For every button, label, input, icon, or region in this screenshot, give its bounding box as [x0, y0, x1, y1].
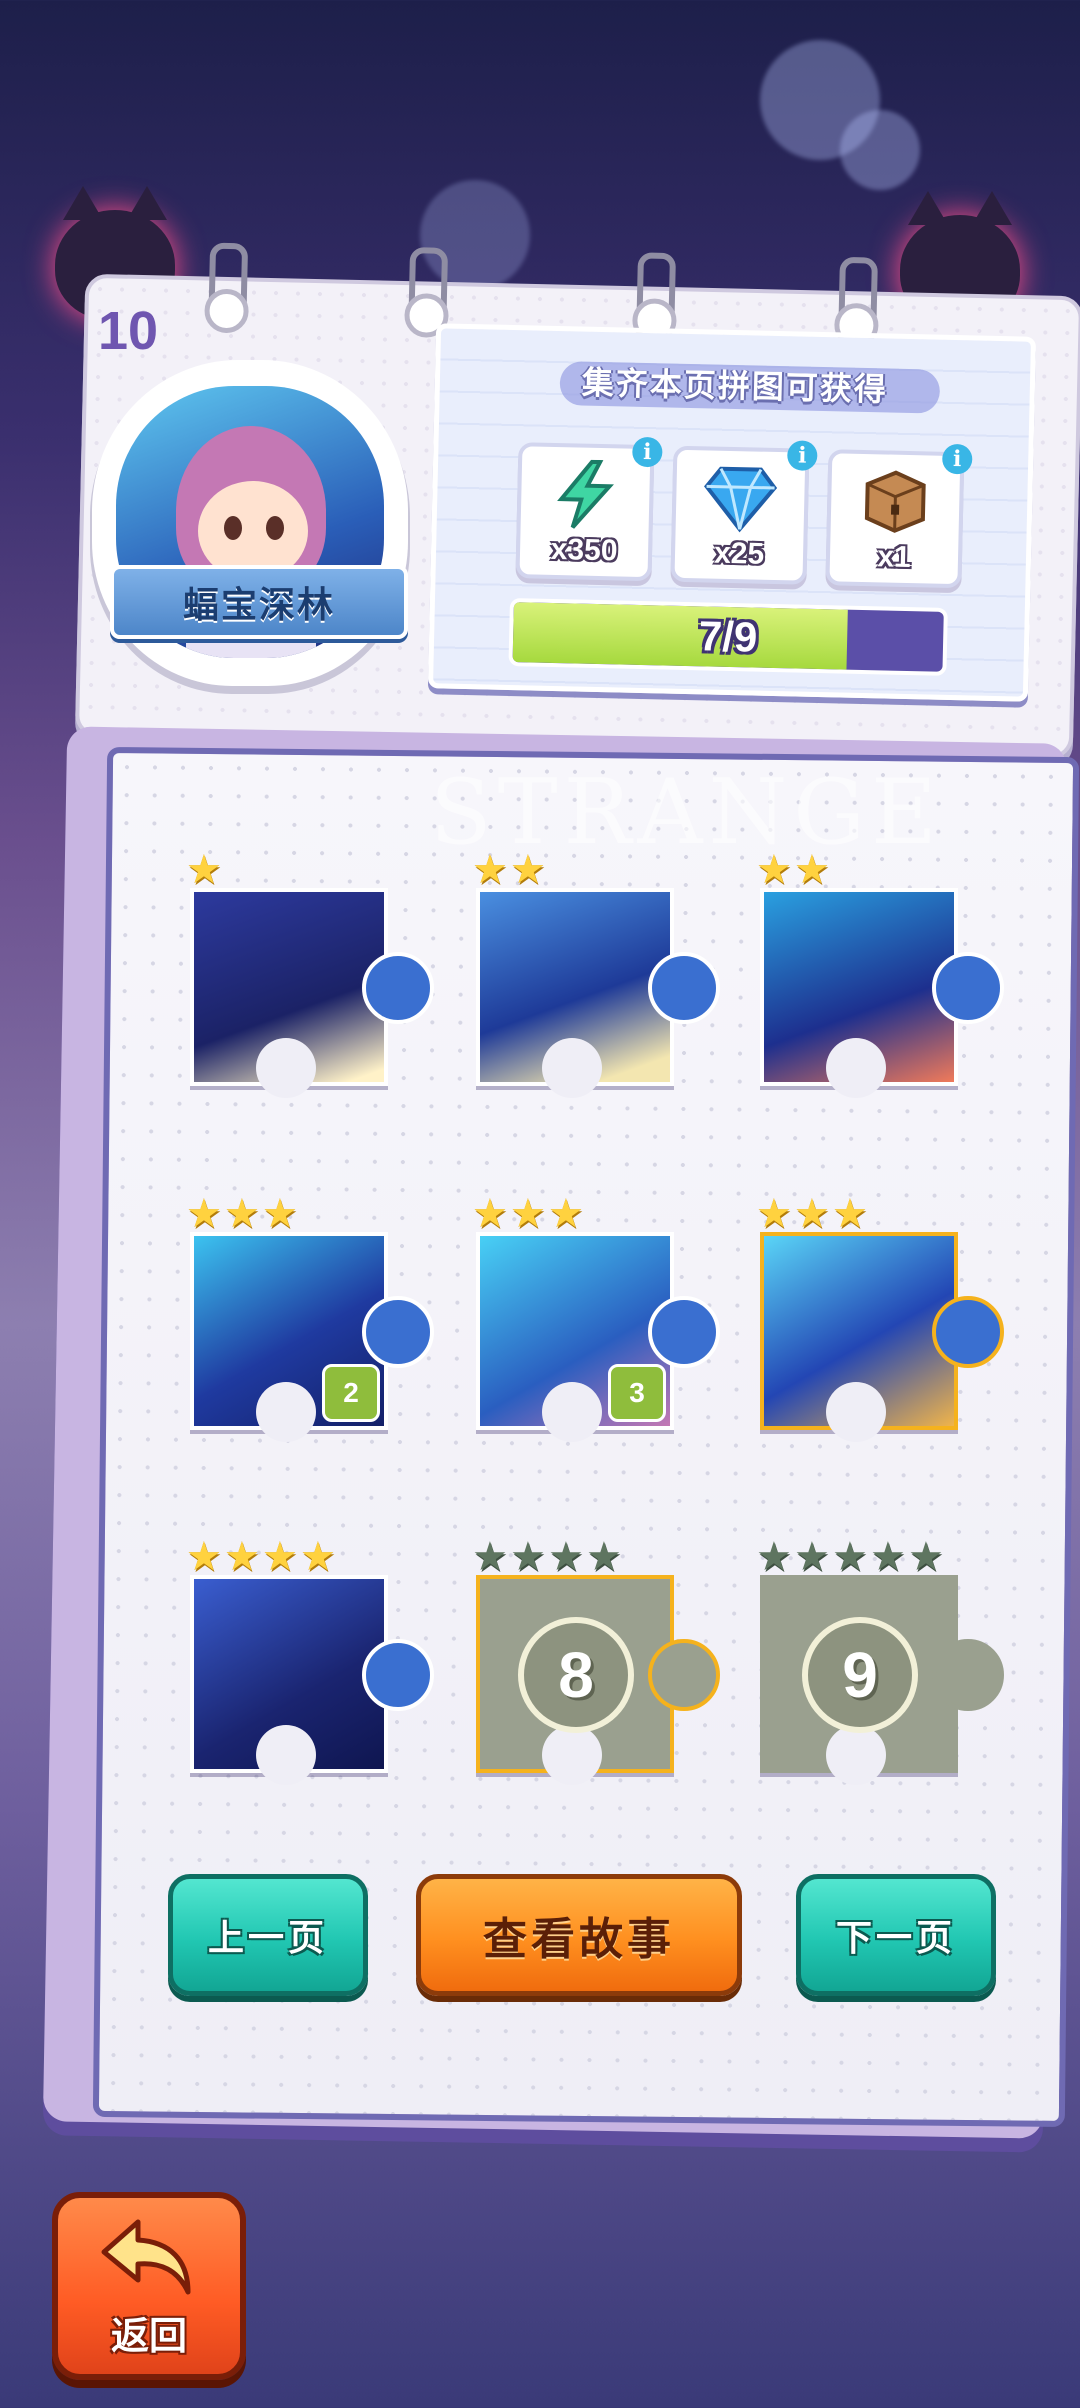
star-filled-icon: ★ [186, 1191, 222, 1237]
reward-diamond[interactable]: i x25 [670, 440, 818, 585]
puzzle-socket [542, 1382, 602, 1442]
star-filled-icon: ★ [472, 847, 508, 893]
star-empty-icon: ★ [586, 1534, 622, 1580]
binder-ring [838, 256, 878, 334]
view-story-button[interactable]: 查看故事 [416, 1874, 742, 1996]
star-filled-icon: ★ [224, 1534, 260, 1580]
star-filled-icon: ★ [510, 847, 546, 893]
puzzle-socket [542, 1725, 602, 1785]
piece-star-rating: ★ ★ ★ [186, 1191, 298, 1237]
progress-text: 7/9 [698, 612, 758, 661]
diamond-icon [704, 466, 778, 533]
piece-star-rating: ★ ★ [756, 847, 830, 893]
puzzle-socket [256, 1038, 316, 1098]
lightning-icon [557, 459, 614, 529]
piece-star-rating: ★ ★ ★ ★ [472, 1534, 622, 1580]
binder-ring [208, 242, 249, 320]
puzzle-piece-9[interactable]: ★ ★ ★ ★ ★ 9 [756, 1537, 1004, 1785]
background-glow [840, 110, 920, 190]
puzzle-piece-3[interactable]: ★ ★ [756, 850, 1004, 1098]
reward-lightning[interactable]: i x350 [515, 436, 663, 582]
puzzle-piece-4[interactable]: ★ ★ ★ 2 [186, 1194, 434, 1442]
reward-quantity: x1 [876, 540, 912, 575]
star-empty-icon: ★ [794, 1534, 830, 1580]
star-filled-icon: ★ [186, 847, 222, 893]
chest-icon [864, 470, 926, 533]
puzzle-piece-2[interactable]: ★ ★ [472, 850, 720, 1098]
puzzle-piece-7[interactable]: ★ ★ ★ ★ [186, 1537, 434, 1785]
piece-star-rating: ★ ★ [472, 847, 546, 893]
star-filled-icon: ★ [262, 1191, 298, 1237]
star-empty-icon: ★ [548, 1534, 584, 1580]
puzzle-piece-8[interactable]: ★ ★ ★ ★ 8 [472, 1537, 720, 1785]
prev-page-button[interactable]: 上一页 [168, 1874, 368, 1996]
puzzle-knob [362, 1639, 434, 1711]
info-icon[interactable]: i [632, 436, 663, 468]
piece-count-badge: 3 [608, 1364, 666, 1422]
puzzle-socket [542, 1038, 602, 1098]
piece-star-rating: ★ ★ ★ ★ ★ [756, 1534, 944, 1580]
puzzle-knob [648, 1296, 720, 1368]
piece-star-rating: ★ ★ ★ [756, 1191, 868, 1237]
reward-quantity: x25 [713, 536, 765, 571]
info-icon[interactable]: i [941, 443, 973, 475]
star-filled-icon: ★ [794, 1191, 830, 1237]
piece-star-rating: ★ [186, 847, 222, 893]
puzzle-knob [648, 1639, 720, 1711]
stage-name: 蝠宝深林 [182, 585, 335, 626]
piece-count-badge: 2 [322, 1364, 380, 1422]
star-filled-icon: ★ [300, 1534, 336, 1580]
piece-star-rating: ★ ★ ★ [472, 1191, 584, 1237]
piece-star-rating: ★ ★ ★ ★ [186, 1534, 336, 1580]
star-filled-icon: ★ [224, 1191, 260, 1237]
puzzle-socket [256, 1725, 316, 1785]
reward-title: 集齐本页拼图可获得 [581, 363, 889, 409]
star-filled-icon: ★ [510, 1191, 546, 1237]
star-filled-icon: ★ [472, 1191, 508, 1237]
star-empty-icon: ★ [756, 1534, 792, 1580]
puzzle-socket [826, 1038, 886, 1098]
reward-chest[interactable]: i x1 [825, 443, 973, 589]
reward-panel: 集齐本页拼图可获得 i x350 i x25 i x1 7/9 [427, 323, 1037, 702]
binder-ring [636, 252, 677, 330]
puzzle-piece-6[interactable]: ★ ★ ★ [756, 1194, 1004, 1442]
puzzle-piece-5[interactable]: ★ ★ ★ 3 [472, 1194, 720, 1442]
star-empty-icon: ★ [832, 1534, 868, 1580]
star-filled-icon: ★ [794, 847, 830, 893]
star-empty-icon: ★ [510, 1534, 546, 1580]
back-label: 返回 [110, 2314, 187, 2358]
puzzle-knob [932, 952, 1004, 1024]
next-page-button[interactable]: 下一页 [796, 1874, 996, 1996]
stage-name-ribbon: 蝠宝深林 [110, 565, 408, 639]
puzzle-socket [256, 1382, 316, 1442]
puzzle-knob [932, 1296, 1004, 1368]
star-empty-icon: ★ [870, 1534, 906, 1580]
reward-quantity: x350 [550, 532, 618, 568]
star-filled-icon: ★ [262, 1534, 298, 1580]
puzzle-socket [826, 1382, 886, 1442]
puzzle-socket [826, 1725, 886, 1785]
binder-ring [408, 247, 449, 324]
locked-piece-number: 9 [802, 1617, 918, 1733]
puzzle-knob [362, 952, 434, 1024]
star-empty-icon: ★ [908, 1534, 944, 1580]
puzzle-piece-1[interactable]: ★ [186, 850, 434, 1098]
return-arrow-icon [101, 2219, 191, 2295]
locked-piece-number: 8 [518, 1617, 634, 1733]
star-empty-icon: ★ [472, 1534, 508, 1580]
level-number: 10 [98, 301, 159, 361]
back-button[interactable]: 返回 [52, 2192, 246, 2380]
collection-progress-bar: 7/9 [508, 597, 948, 676]
puzzle-knob [362, 1296, 434, 1368]
info-icon[interactable]: i [786, 440, 818, 471]
star-filled-icon: ★ [756, 1191, 792, 1237]
puzzle-knob [648, 952, 720, 1024]
star-filled-icon: ★ [832, 1191, 868, 1237]
star-filled-icon: ★ [756, 847, 792, 893]
star-filled-icon: ★ [548, 1191, 584, 1237]
star-filled-icon: ★ [186, 1534, 222, 1580]
puzzle-knob [932, 1639, 1004, 1711]
